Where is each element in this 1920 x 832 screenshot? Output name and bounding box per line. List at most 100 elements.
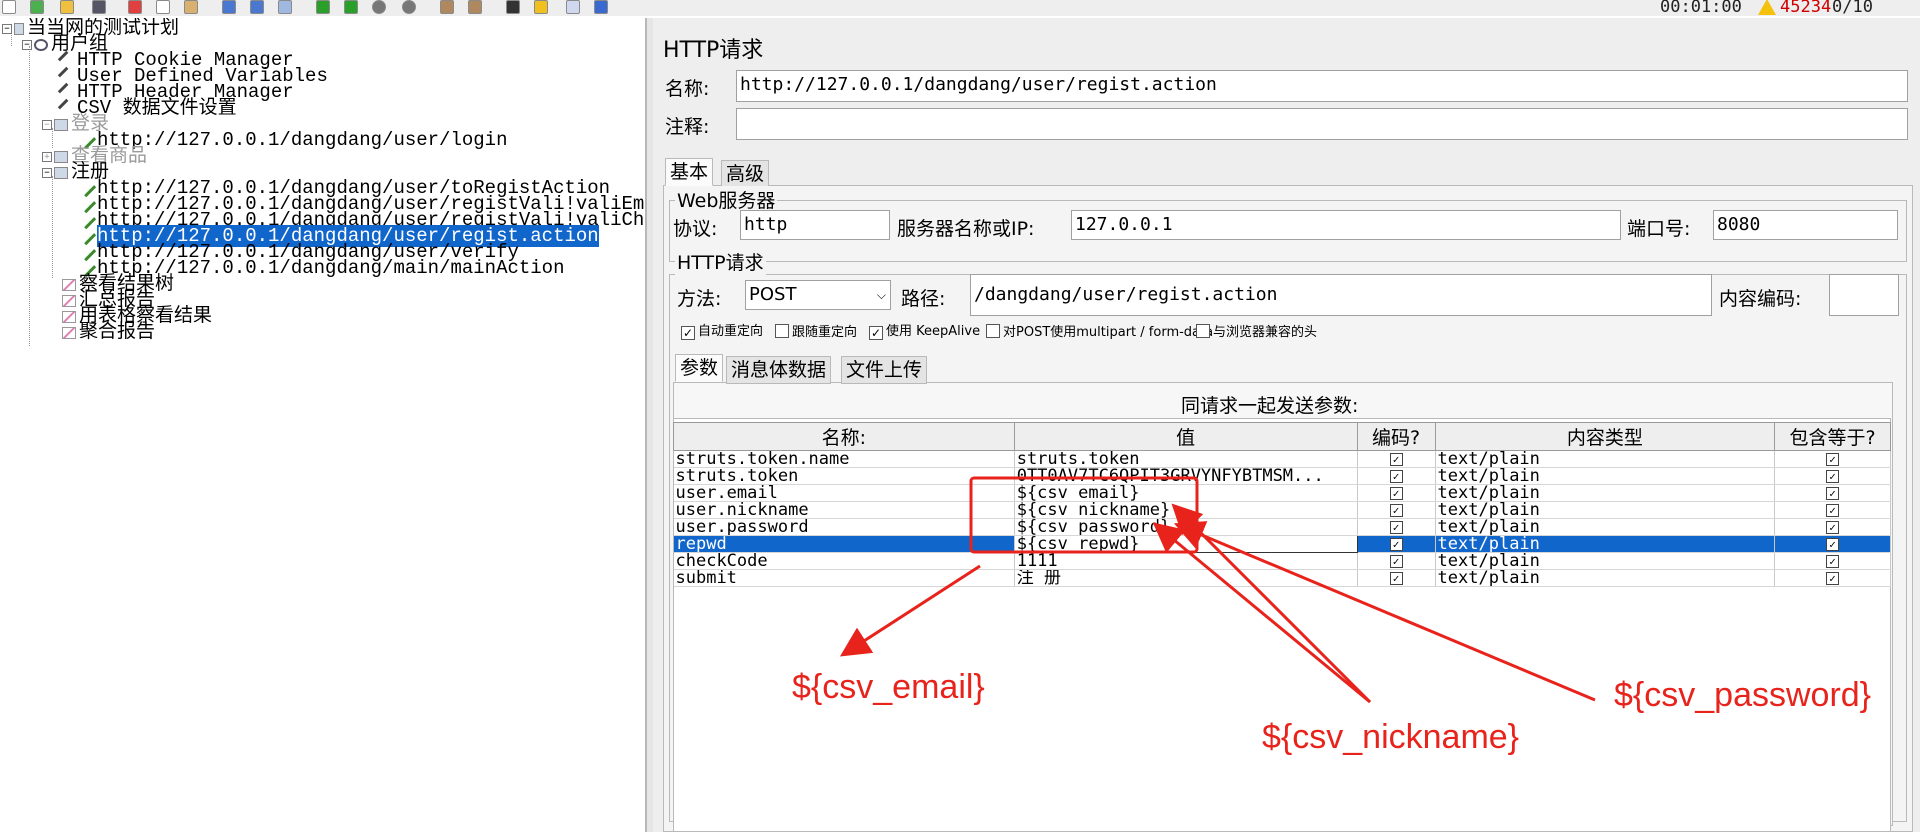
protocol-field[interactable]: http	[740, 210, 890, 240]
param-content-type[interactable]: text/plain	[1435, 467, 1776, 485]
param-content-type[interactable]: text/plain	[1435, 450, 1776, 468]
collapse-toggle-icon[interactable]: −	[22, 39, 32, 50]
start-icon[interactable]	[316, 0, 330, 14]
param-content-type[interactable]: text/plain	[1435, 501, 1776, 519]
tab-parameters[interactable]: 参数	[675, 354, 724, 382]
param-name[interactable]: checkCode	[673, 552, 1015, 570]
reset-search-icon[interactable]	[534, 0, 548, 14]
encode-checkbox[interactable]: ✓	[1389, 571, 1403, 585]
save-icon[interactable]	[92, 0, 106, 14]
encode-checkbox[interactable]: ✓	[1389, 452, 1403, 466]
include-equals-checkbox[interactable]: ✓	[1826, 503, 1840, 517]
include-equals-checkbox[interactable]: ✓	[1826, 469, 1840, 483]
table-row[interactable]: user.email ${csv_email} ✓ text/plain ✓	[673, 484, 1891, 502]
checkbox-box[interactable]: ✓	[869, 326, 883, 340]
table-row[interactable]: struts.token.name struts.token ✓ text/pl…	[673, 450, 1891, 468]
collapse-icon[interactable]	[250, 0, 264, 14]
param-value[interactable]: ${csv_email}	[1014, 484, 1358, 502]
collapse-toggle-icon[interactable]: −	[42, 167, 52, 178]
method-select[interactable]: POST ⌵	[745, 280, 891, 310]
new-icon[interactable]	[2, 0, 16, 14]
follow-redirect-checkbox[interactable]: 跟随重定向	[775, 324, 857, 341]
table-row[interactable]: struts.token 0TT0AV7TC6QPIT3GRVYNFYBTMSM…	[673, 467, 1891, 485]
table-row-selected[interactable]: repwd ${csv_repwd} ✓ text/plain ✓	[673, 535, 1891, 553]
param-content-type[interactable]: text/plain	[1435, 535, 1776, 553]
encode-cell[interactable]: ✓	[1357, 484, 1436, 502]
encode-checkbox[interactable]: ✓	[1389, 537, 1403, 551]
cut-icon[interactable]	[128, 0, 142, 14]
auto-redirect-checkbox[interactable]: ✓ 自动重定向	[681, 324, 763, 340]
param-value[interactable]: ${csv_nickname}	[1014, 501, 1358, 519]
warning-icon[interactable]	[1758, 0, 1776, 15]
column-header-encode[interactable]: 编码?	[1356, 422, 1436, 451]
expand-toggle-icon[interactable]: +	[42, 151, 52, 162]
encode-checkbox[interactable]: ✓	[1389, 520, 1403, 534]
encode-checkbox[interactable]: ✓	[1389, 554, 1403, 568]
clear-all-icon[interactable]	[468, 0, 482, 14]
param-name[interactable]: struts.token.name	[673, 450, 1015, 468]
column-header-value[interactable]: 值	[1013, 422, 1358, 451]
encode-cell[interactable]: ✓	[1357, 450, 1436, 468]
tab-basic[interactable]: 基本	[665, 158, 714, 186]
param-value[interactable]: struts.token	[1014, 450, 1358, 468]
tab-advanced[interactable]: 高级	[721, 160, 770, 188]
include-equals-cell[interactable]: ✓	[1774, 450, 1891, 468]
include-equals-checkbox[interactable]: ✓	[1826, 520, 1840, 534]
checkbox-box[interactable]	[775, 324, 789, 338]
help-icon[interactable]	[594, 0, 608, 14]
encode-cell[interactable]: ✓	[1357, 501, 1436, 519]
table-row[interactable]: submit 注 册 ✓ text/plain ✓	[673, 569, 1891, 587]
open-icon[interactable]	[60, 0, 74, 14]
port-field[interactable]: 8080	[1713, 210, 1898, 240]
param-value[interactable]: ${csv_repwd}	[1013, 535, 1358, 553]
param-content-type[interactable]: text/plain	[1435, 552, 1776, 570]
encode-cell[interactable]: ✓	[1357, 569, 1436, 587]
include-equals-checkbox[interactable]: ✓	[1826, 537, 1840, 551]
checkbox-box[interactable]: ✓	[681, 326, 695, 340]
search-icon[interactable]	[506, 0, 520, 14]
encode-cell[interactable]: ✓	[1357, 467, 1436, 485]
param-content-type[interactable]: text/plain	[1435, 569, 1776, 587]
tab-files-upload[interactable]: 文件上传	[841, 356, 928, 384]
templates-icon[interactable]	[30, 0, 44, 14]
keepalive-checkbox[interactable]: ✓ 使用 KeepAlive	[869, 324, 980, 340]
param-value[interactable]: ${csv_password}	[1014, 518, 1358, 536]
param-name[interactable]: user.email	[673, 484, 1015, 502]
server-field[interactable]: 127.0.0.1	[1071, 210, 1621, 240]
column-header-content-type[interactable]: 内容类型	[1434, 422, 1776, 451]
include-equals-cell[interactable]: ✓	[1774, 484, 1891, 502]
encode-cell[interactable]: ✓	[1357, 552, 1436, 570]
include-equals-cell[interactable]: ✓	[1774, 467, 1891, 485]
param-value[interactable]: 0TT0AV7TC6QPIT3GRVYNFYBTMSM...	[1014, 467, 1358, 485]
comment-field[interactable]	[736, 108, 1908, 140]
encode-checkbox[interactable]: ✓	[1389, 469, 1403, 483]
expand-icon[interactable]	[222, 0, 236, 14]
encode-checkbox[interactable]: ✓	[1389, 486, 1403, 500]
collapse-toggle-icon[interactable]: −	[42, 119, 52, 130]
tab-body-data[interactable]: 消息体数据	[726, 356, 832, 384]
clear-icon[interactable]	[440, 0, 454, 14]
include-equals-checkbox[interactable]: ✓	[1826, 571, 1840, 585]
table-row[interactable]: checkCode 1111 ✓ text/plain ✓	[673, 552, 1891, 570]
toggle-icon[interactable]	[278, 0, 292, 14]
paste-icon[interactable]	[184, 0, 198, 14]
function-helper-icon[interactable]	[566, 0, 580, 14]
param-name[interactable]: user.password	[673, 518, 1015, 536]
param-value[interactable]: 1111	[1014, 552, 1358, 570]
param-name[interactable]: submit	[673, 569, 1015, 587]
column-header-name[interactable]: 名称:	[673, 422, 1015, 451]
browser-compatible-headers-checkbox[interactable]: 与浏览器兼容的头	[1196, 324, 1317, 341]
include-equals-checkbox[interactable]: ✓	[1826, 554, 1840, 568]
encode-cell[interactable]: ✓	[1357, 535, 1436, 553]
param-content-type[interactable]: text/plain	[1435, 518, 1776, 536]
copy-icon[interactable]	[156, 0, 170, 14]
include-equals-checkbox[interactable]: ✓	[1826, 486, 1840, 500]
collapse-toggle-icon[interactable]: −	[2, 23, 12, 34]
path-field[interactable]: /dangdang/user/regist.action	[970, 274, 1712, 316]
content-encoding-field[interactable]	[1829, 274, 1899, 316]
encode-checkbox[interactable]: ✓	[1389, 503, 1403, 517]
checkbox-box[interactable]	[1196, 324, 1210, 338]
warning-count[interactable]: 45234	[1780, 0, 1831, 17]
param-name[interactable]: user.nickname	[673, 501, 1015, 519]
tree-node-aggregate-report[interactable]: 聚合报告	[62, 322, 155, 341]
